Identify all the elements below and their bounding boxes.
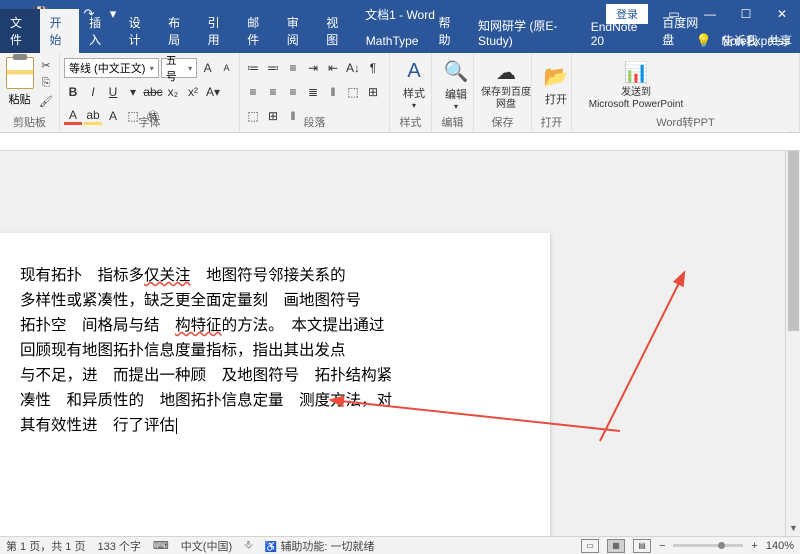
zoom-level[interactable]: 140% — [766, 540, 794, 552]
zoom-in-icon[interactable]: + — [751, 540, 757, 552]
document-area[interactable]: 现有拓扑 指标多仅关注 地图符号邻接关系的多样性或紧凑性，缺乏更全面定量刻 画地… — [0, 151, 785, 536]
group-open-label: 打开 — [532, 114, 571, 130]
tab-视图[interactable]: 视图 — [316, 9, 356, 53]
tab-帮助[interactable]: 帮助 — [428, 9, 468, 53]
tab-插入[interactable]: 插入 — [79, 9, 119, 53]
para-row2-4[interactable]: ‖ — [324, 82, 342, 102]
para-row2-2[interactable]: ≡ — [284, 82, 302, 102]
para-row1-1[interactable]: ≕ — [264, 58, 282, 78]
view-print-icon[interactable]: ▦ — [607, 539, 625, 553]
send-to-ppt-button[interactable]: 📊 发送到 Microsoft PowerPoint — [576, 55, 696, 115]
zoom-out-icon[interactable]: − — [659, 540, 665, 552]
para-row2-0[interactable]: ≡ — [244, 82, 262, 102]
tell-me[interactable]: 告诉我 — [722, 32, 758, 49]
font-fmt-1[interactable]: I — [84, 82, 102, 102]
font-fmt-6[interactable]: x² — [184, 82, 202, 102]
group-style-label: 样式 — [390, 114, 431, 130]
edit-button[interactable]: 🔍 编辑▾ — [436, 55, 476, 115]
tab-EndNote 20[interactable]: EndNote 20 — [581, 15, 653, 53]
window-title: 文档1 - Word — [365, 6, 435, 23]
para-row1-0[interactable]: ≔ — [244, 58, 262, 78]
para-row1-2[interactable]: ≡ — [284, 58, 302, 78]
para-row2-1[interactable]: ≡ — [264, 82, 282, 102]
para-row2-6[interactable]: ⊞ — [364, 82, 382, 102]
font-fmt-7[interactable]: A▾ — [204, 82, 222, 102]
paste-button[interactable]: 粘贴 — [9, 91, 31, 107]
status-typing-icon: ⌨ — [153, 539, 169, 552]
paste-icon[interactable] — [6, 57, 34, 89]
status-insert-icon: ⎀ — [244, 539, 253, 552]
cloud-icon: ☁ — [496, 60, 516, 85]
tab-布局[interactable]: 布局 — [158, 9, 198, 53]
tab-file[interactable]: 文件 — [0, 9, 40, 53]
grow-font-icon[interactable]: A — [199, 58, 216, 78]
group-font-label: 字体 — [60, 114, 239, 130]
status-access[interactable]: ♿ 辅助功能: 一切就绪 — [265, 538, 375, 554]
styles-icon: A — [407, 60, 420, 83]
font-fmt-5[interactable]: x₂ — [164, 82, 182, 102]
copy-icon[interactable]: ⎘ — [37, 75, 55, 91]
scroll-down-icon[interactable]: ▼ — [786, 521, 800, 536]
folder-icon: 📂 — [544, 64, 569, 89]
group-paragraph-label: 段落 — [240, 114, 389, 130]
maximize-icon[interactable]: ☐ — [728, 0, 764, 28]
group-clipboard-label: 剪贴板 — [0, 114, 59, 130]
scroll-thumb[interactable] — [788, 151, 799, 331]
group-ppt-label: Word转PPT — [572, 114, 799, 130]
para-row2-5[interactable]: ⬚ — [344, 82, 362, 102]
shrink-font-icon[interactable]: A — [218, 58, 235, 78]
status-page[interactable]: 第 1 页，共 1 页 — [6, 538, 85, 554]
ppt-icon: 📊 — [624, 60, 649, 85]
tab-设计[interactable]: 设计 — [119, 9, 159, 53]
tab-知网研学 (原E-Study)[interactable]: 知网研学 (原E-Study) — [468, 12, 581, 53]
tab-审阅[interactable]: 审阅 — [277, 9, 317, 53]
view-web-icon[interactable]: ▤ — [633, 539, 651, 553]
save-baidu-button[interactable]: ☁ 保存到百度网盘 — [478, 55, 534, 115]
tab-home[interactable]: 开始 — [40, 9, 80, 53]
tab-引用[interactable]: 引用 — [198, 9, 238, 53]
vertical-scrollbar[interactable]: ▲ ▼ — [785, 151, 800, 536]
font-fmt-2[interactable]: U — [104, 82, 122, 102]
close-icon[interactable]: ✕ — [764, 0, 800, 28]
document-page[interactable]: 现有拓扑 指标多仅关注 地图符号邻接关系的多样性或紧凑性，缺乏更全面定量刻 画地… — [0, 233, 550, 536]
para-row1-6[interactable]: ¶ — [364, 58, 382, 78]
font-fmt-4[interactable]: abc — [144, 82, 162, 102]
para-row1-5[interactable]: A↓ — [344, 58, 362, 78]
styles-button[interactable]: A 样式▾ — [394, 55, 434, 115]
para-row2-3[interactable]: ≣ — [304, 82, 322, 102]
font-size-combo[interactable]: 五号▾ — [161, 58, 197, 78]
format-painter-icon[interactable]: 🖌 — [37, 93, 55, 109]
group-save-label: 保存 — [474, 114, 531, 130]
para-row1-3[interactable]: ⇥ — [304, 58, 322, 78]
find-icon: 🔍 — [444, 59, 469, 84]
font-fmt-0[interactable]: B — [64, 82, 82, 102]
open-button[interactable]: 📂 打开 — [536, 55, 576, 115]
status-words[interactable]: 133 个字 — [97, 538, 140, 554]
tab-MathType[interactable]: MathType — [356, 29, 429, 53]
font-name-combo[interactable]: 等线 (中文正文)▾ — [64, 58, 159, 78]
para-row1-4[interactable]: ⇤ — [324, 58, 342, 78]
zoom-slider[interactable] — [673, 544, 743, 547]
bulb-icon: 💡 — [696, 33, 712, 49]
cut-icon[interactable]: ✂ — [37, 57, 55, 73]
ruler — [0, 133, 800, 151]
group-edit-label: 编辑 — [432, 114, 473, 130]
view-read-icon[interactable]: ▭ — [581, 539, 599, 553]
status-lang[interactable]: 中文(中国) — [181, 538, 232, 554]
tab-邮件[interactable]: 邮件 — [237, 9, 277, 53]
font-fmt-3[interactable]: ▾ — [124, 82, 142, 102]
share-button[interactable]: 共享 — [768, 32, 792, 49]
